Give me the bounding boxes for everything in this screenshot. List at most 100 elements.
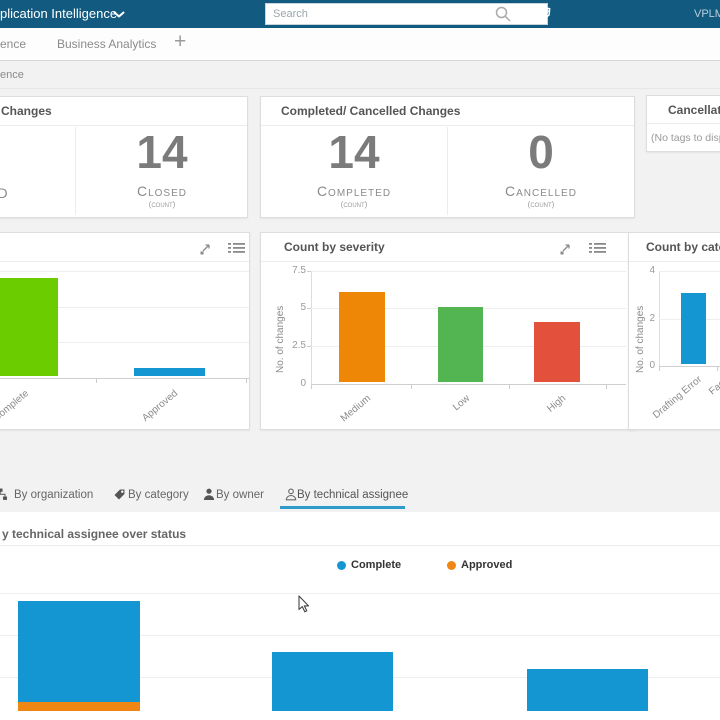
expand-icon[interactable] <box>198 242 211 255</box>
kpi-card-changes: Changes D 14 Closed (count) <box>0 96 248 218</box>
card-title: Completed/ Cancelled Changes <box>281 104 461 118</box>
search-icon[interactable] <box>494 5 512 23</box>
header-divider <box>0 88 720 89</box>
gridline <box>659 271 720 272</box>
menu-icon[interactable] <box>589 242 606 254</box>
axis-tick <box>659 367 660 371</box>
bar-medium[interactable] <box>339 292 385 382</box>
y-tick-label: 0 <box>300 378 306 389</box>
bottom-scroll-strip <box>0 711 720 720</box>
card-header: Changes <box>0 97 247 126</box>
filter-tab-by-owner[interactable]: By owner <box>216 489 264 501</box>
bar-high[interactable] <box>534 322 580 382</box>
person-outline-icon <box>285 488 297 501</box>
x-axis-label: Approved <box>140 388 181 424</box>
y-axis-title: No. of changes <box>275 305 286 373</box>
dashboard-tabbar: ence Business Analytics + <box>0 28 720 61</box>
y-tick-label: 7.5 <box>292 265 306 276</box>
cancelled-count-label: Cancelled <box>505 183 577 199</box>
filter-tab-by-technical-assignee[interactable]: By technical assignee <box>297 489 408 501</box>
bar-segment-complete[interactable] <box>18 601 140 702</box>
chart-card-category: Count by category No. of changes 4 2 0 D… <box>628 232 720 430</box>
completed-count-unit: (count) <box>340 200 368 209</box>
x-axis-label: Drafting Error <box>651 374 705 422</box>
legend-dot-complete <box>337 561 346 570</box>
closed-count-value: 14 <box>136 126 188 178</box>
x-axis-label: Low <box>450 393 473 414</box>
chevron-down-icon[interactable] <box>113 11 125 19</box>
closed-count-label: Closed <box>136 183 187 199</box>
x-axis-line <box>659 366 720 367</box>
chart-card-severity: Count by severity No. of changes 7.5 5 2… <box>260 232 635 430</box>
card-title: Cancellation <box>668 103 720 117</box>
chart-title: Count by category <box>646 240 720 254</box>
completed-count-label: Completed <box>316 183 392 199</box>
breadcrumb[interactable]: ence <box>0 69 24 81</box>
completed-count-value: 14 <box>328 126 380 178</box>
x-axis-label: Complete <box>0 388 32 424</box>
y-tick-label: 2.5 <box>292 340 306 351</box>
axis-tick <box>311 385 312 389</box>
gridline <box>311 271 626 272</box>
tab-clipped-left[interactable]: ence <box>0 37 26 51</box>
app-title-dropdown[interactable]: plication Intelligence <box>0 6 117 21</box>
axis-tick <box>246 379 247 383</box>
axis-tick <box>509 385 510 389</box>
mouse-cursor <box>298 595 310 613</box>
x-axis-line <box>0 378 249 379</box>
card-header: Count by severity <box>261 233 634 262</box>
legend-label: Complete <box>351 559 402 571</box>
bar-low[interactable] <box>438 307 483 382</box>
axis-tick <box>96 379 97 383</box>
cancelled-count-value: 0 <box>528 126 554 178</box>
card-header: Count by category <box>629 233 720 262</box>
section-divider <box>0 545 720 546</box>
y-tick-label: 0 <box>649 360 655 371</box>
section-title: y technical assignee over status <box>2 527 187 541</box>
organization-icon <box>0 488 7 500</box>
chart-title: Count by severity <box>284 240 385 254</box>
y-tick-label: 5 <box>300 302 306 313</box>
x-axis-label: High <box>545 393 569 415</box>
axis-tick <box>606 385 607 389</box>
closed-count-unit: (count) <box>148 200 176 209</box>
card-title: Changes <box>1 104 52 118</box>
kpi-card-cancellation: Cancellation (No tags to display) <box>646 95 720 152</box>
y-tick-label: 2 <box>649 313 655 324</box>
no-tags-text: (No tags to display) <box>651 132 720 144</box>
clipped-metric-label: D <box>0 185 15 201</box>
user-menu[interactable]: VPLM <box>694 8 720 20</box>
axis-tick <box>717 367 718 371</box>
tags-icon[interactable] <box>533 5 555 25</box>
bar-approved[interactable] <box>134 368 205 376</box>
filter-tab-by-organization[interactable]: By organization <box>14 489 93 501</box>
card-header: Completed/ Cancelled Changes <box>261 97 634 126</box>
legend-dot-approved <box>447 561 456 570</box>
card-header: Cancellation <box>647 96 720 124</box>
menu-icon[interactable] <box>228 242 245 254</box>
bar-complete[interactable] <box>0 278 58 376</box>
bar-segment-complete[interactable] <box>272 652 393 719</box>
x-axis-line <box>311 384 626 385</box>
add-tab-button[interactable]: + <box>174 30 186 54</box>
stacked-bar-assignee-2[interactable] <box>272 652 393 719</box>
dashboard-screen: plication Intelligence VPLM ence Busines… <box>0 0 720 720</box>
axis-tick <box>411 385 412 389</box>
active-tab-underline <box>280 506 405 509</box>
gridline <box>0 271 249 272</box>
bar-drafting-error[interactable] <box>681 293 706 364</box>
chart-card-status: Complete Approved <box>0 232 250 430</box>
x-axis-label: Medium <box>338 393 374 425</box>
cell-divider <box>75 127 76 215</box>
person-icon <box>203 488 215 500</box>
y-tick-label: 4 <box>649 265 655 276</box>
tag-icon <box>114 489 125 500</box>
top-app-bar: plication Intelligence VPLM <box>0 0 720 28</box>
tab-business-analytics[interactable]: Business Analytics <box>57 37 156 51</box>
expand-icon[interactable] <box>558 242 571 255</box>
x-axis-label: Facili <box>707 374 720 398</box>
stacked-bar-assignee-1[interactable] <box>18 601 140 719</box>
kpi-card-completed-cancelled: Completed/ Cancelled Changes 14 Complete… <box>260 96 635 218</box>
cancelled-count-unit: (count) <box>527 200 555 209</box>
filter-tab-by-category[interactable]: By category <box>128 489 189 501</box>
